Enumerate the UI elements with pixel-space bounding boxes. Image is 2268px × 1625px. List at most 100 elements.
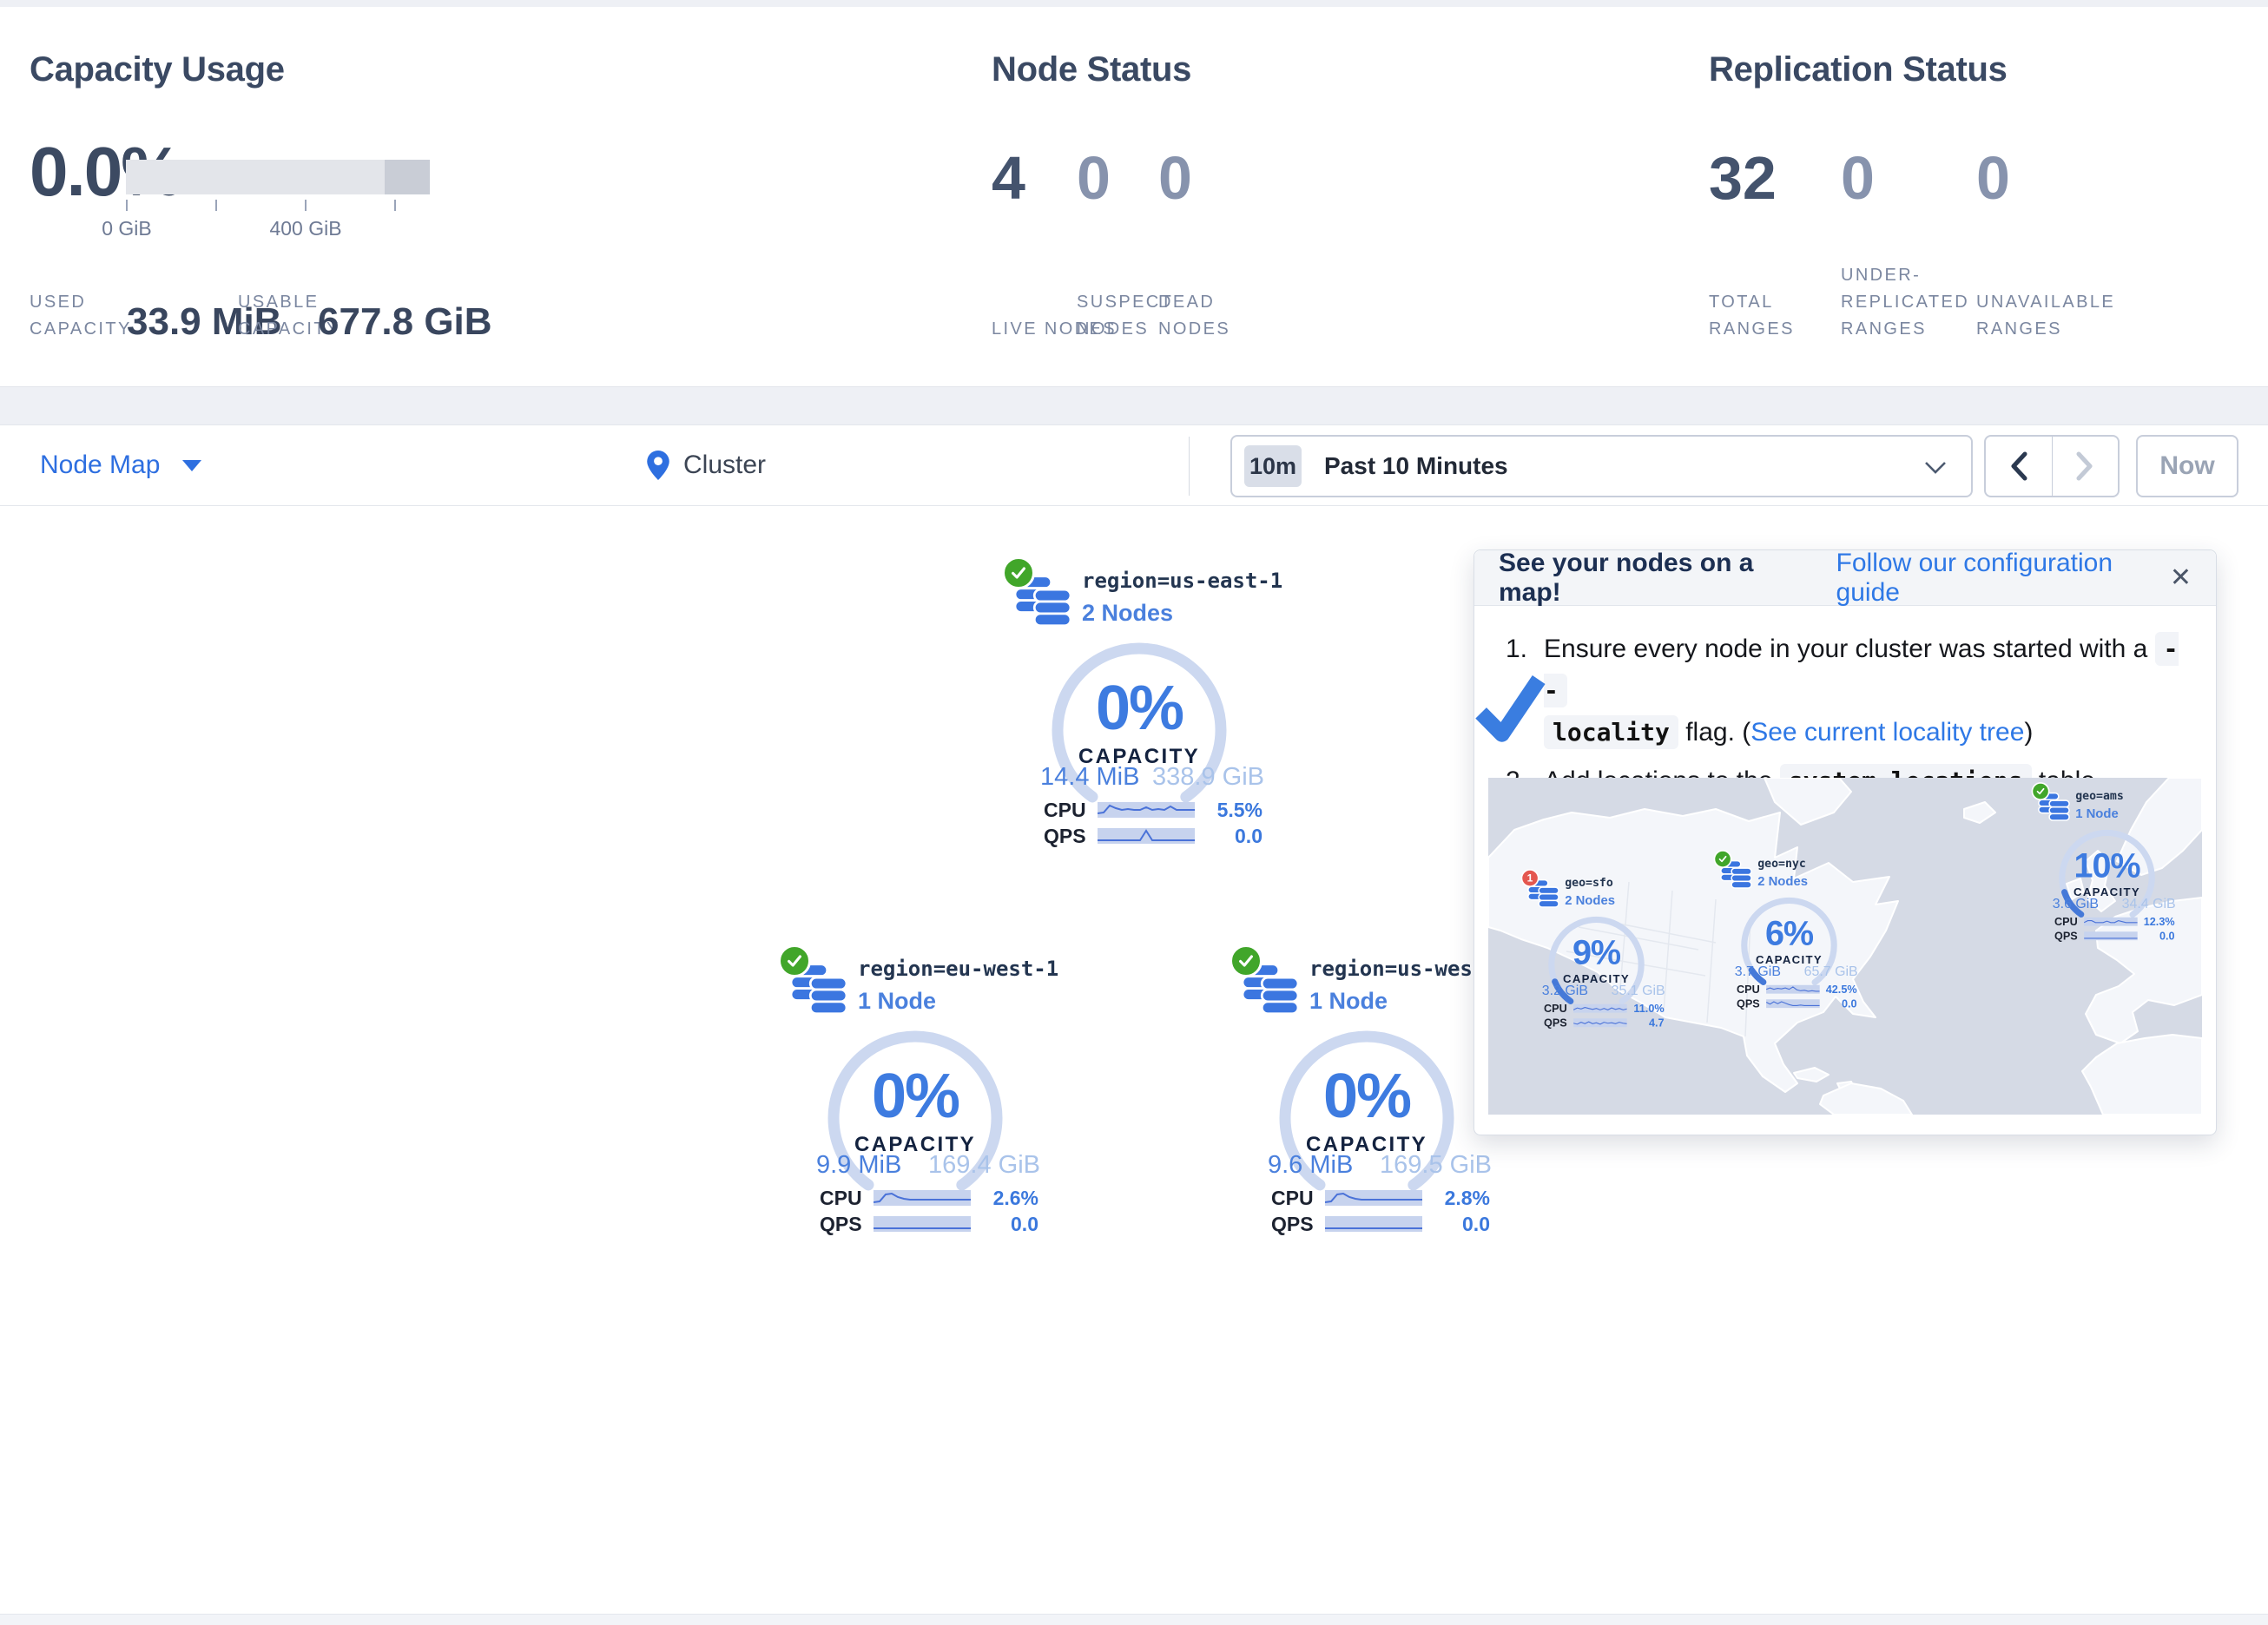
node-locality-card: geo=nyc 2 Nodes 6% CAPACITY 3.7 GiB 65.7…: [1708, 849, 1870, 1007]
locality-name[interactable]: region=eu-west-1: [858, 957, 1058, 981]
healthy-status-icon: [1002, 556, 1035, 589]
qps-label: QPS: [2054, 930, 2084, 943]
axis-tick-label: 0 GiB: [102, 217, 152, 240]
qps-value: 0.0: [2159, 930, 2175, 943]
qps-label: QPS: [820, 1213, 874, 1236]
time-range-dropdown[interactable]: 10m Past 10 Minutes: [1230, 435, 1973, 497]
qps-label: QPS: [1044, 825, 1098, 848]
node-status-title: Node Status: [992, 50, 1191, 89]
unavailable-ranges-count: 0: [1976, 148, 2010, 208]
node-locality-card: region=us-east-1 2 Nodes 0% CAPACITY 14.…: [992, 555, 1287, 841]
nodemap-config-popup: See your nodes on a map! Follow our conf…: [1474, 549, 2217, 1135]
chevron-right-icon: [2075, 451, 2094, 481]
locality-node-count[interactable]: 2 Nodes: [1565, 893, 1615, 908]
qps-sparkline: [1325, 1216, 1422, 1232]
healthy-status-icon: [2032, 782, 2050, 800]
under-replicated-ranges-count: 0: [1841, 148, 1875, 208]
locality-node-count[interactable]: 2 Nodes: [1082, 600, 1282, 627]
cpu-sparkline: [1573, 1004, 1627, 1013]
unavailable-ranges-label: UNAVAILABLE RANGES: [1976, 289, 2150, 343]
qps-value: 4.7: [1649, 1016, 1665, 1030]
total-capacity: 338.9 GiB: [1152, 763, 1264, 792]
locality-node-count[interactable]: 2 Nodes: [1757, 874, 1808, 889]
qps-sparkline: [1098, 828, 1195, 844]
qps-value: 0.0: [1235, 825, 1263, 848]
suspect-nodes-count: 0: [1077, 148, 1111, 208]
nodemap-toolbar: Node Map Cluster 10m Past 10 Minutes Now: [0, 424, 2268, 506]
popup-title: See your nodes on a map!: [1499, 549, 1810, 608]
breadcrumb-label: Cluster: [683, 451, 766, 480]
capacity-percent: 0%: [1096, 677, 1183, 740]
locality-name[interactable]: region=us-east-1: [1082, 569, 1282, 593]
prev-range-button[interactable]: [1986, 437, 2052, 496]
under-replicated-ranges-label: UNDER- REPLICATED RANGES: [1841, 262, 1980, 343]
axis-tick: [305, 200, 307, 211]
caret-down-icon: [182, 460, 201, 471]
live-nodes-count: 4: [992, 148, 1025, 208]
now-button[interactable]: Now: [2136, 435, 2238, 497]
qps-sparkline: [874, 1216, 971, 1232]
locality-flag-code: locality: [1544, 715, 1678, 749]
healthy-status-icon: [778, 944, 811, 977]
configuration-guide-link[interactable]: Follow our configuration guide: [1836, 549, 2170, 608]
mini-world-map: 1 geo=sfo 2 Nodes: [1488, 778, 2202, 1115]
footer-bar: [0, 1614, 2268, 1625]
step-number: 1.: [1506, 628, 1527, 670]
used-capacity: 3.6 GiB: [2053, 896, 2099, 911]
capacity-usage-title: Capacity Usage: [30, 50, 285, 89]
used-capacity: 9.6 MiB: [1268, 1151, 1353, 1180]
next-range-button[interactable]: [2052, 437, 2119, 496]
capacity-percent: 0%: [872, 1065, 959, 1128]
locality-node-count[interactable]: 1 Node: [2075, 806, 2124, 821]
qps-value: 0.0: [1011, 1213, 1038, 1236]
used-capacity: 9.9 MiB: [816, 1151, 901, 1180]
locality-node-count[interactable]: 1 Node: [858, 988, 1058, 1015]
view-selector-dropdown[interactable]: Node Map: [40, 425, 201, 505]
capacity-percent: 6%: [1765, 917, 1813, 951]
step-text: ): [2024, 718, 2033, 747]
capacity-gauge: 0% CAPACITY: [1271, 1023, 1462, 1214]
locality-name[interactable]: geo=sfo: [1565, 876, 1615, 889]
cpu-value: 2.6%: [993, 1187, 1038, 1210]
qps-sparkline: [1573, 1018, 1627, 1027]
healthy-status-icon: [1714, 850, 1732, 868]
map-pin-icon: [647, 451, 669, 480]
total-capacity: 34.4 GiB: [2122, 896, 2176, 911]
qps-value: 0.0: [1462, 1213, 1490, 1236]
qps-value: 0.0: [1842, 997, 1857, 1010]
dead-nodes-count: 0: [1158, 148, 1192, 208]
toolbar-divider: [1189, 437, 1190, 496]
locality-name[interactable]: geo=ams: [2075, 789, 2124, 802]
replication-status-title: Replication Status: [1709, 50, 2008, 89]
axis-tick: [215, 200, 217, 211]
check-icon: [1472, 671, 1550, 749]
warning-count: 1: [1527, 872, 1533, 884]
capacity-usage-bar: [126, 160, 430, 194]
cpu-sparkline: [2084, 918, 2138, 926]
cpu-sparkline: [1766, 985, 1820, 994]
used-capacity: 14.4 MiB: [1040, 763, 1139, 792]
capacity-percent: 0%: [1323, 1065, 1410, 1128]
total-capacity: 35.1 GiB: [1612, 983, 1665, 998]
cpu-sparkline: [1325, 1190, 1422, 1206]
cpu-sparkline: [874, 1190, 971, 1206]
usable-capacity-value: 677.8 GiB: [318, 303, 492, 341]
cluster-summary-panel: Capacity Usage 0.0% 0 GiB 400 GiB USED C…: [0, 7, 2268, 387]
node-locality-card: region=us-west-1 1 Node 0% CAPACITY 9.6 …: [1219, 943, 1514, 1229]
qps-label: QPS: [1271, 1213, 1325, 1236]
healthy-status-icon: [1230, 944, 1263, 977]
cpu-label: CPU: [1271, 1187, 1325, 1210]
total-ranges-count: 32: [1709, 148, 1777, 208]
node-locality-card: 1 geo=sfo 2 Nodes: [1515, 868, 1678, 1026]
locality-tree-link[interactable]: See current locality tree: [1750, 718, 2024, 747]
qps-label: QPS: [1544, 1016, 1573, 1030]
locality-name[interactable]: geo=nyc: [1757, 857, 1808, 870]
qps-label: QPS: [1737, 997, 1766, 1010]
used-capacity: 3.2 GiB: [1542, 983, 1588, 998]
chevron-down-icon: [1924, 461, 1947, 475]
locality-breadcrumb[interactable]: Cluster: [647, 425, 766, 505]
close-icon[interactable]: ✕: [2170, 562, 2192, 593]
cpu-value: 11.0%: [1633, 1002, 1664, 1015]
node-locality-card: region=eu-west-1 1 Node 0% CAPACITY 9.9 …: [768, 943, 1063, 1229]
warning-status-icon: 1: [1521, 869, 1539, 887]
